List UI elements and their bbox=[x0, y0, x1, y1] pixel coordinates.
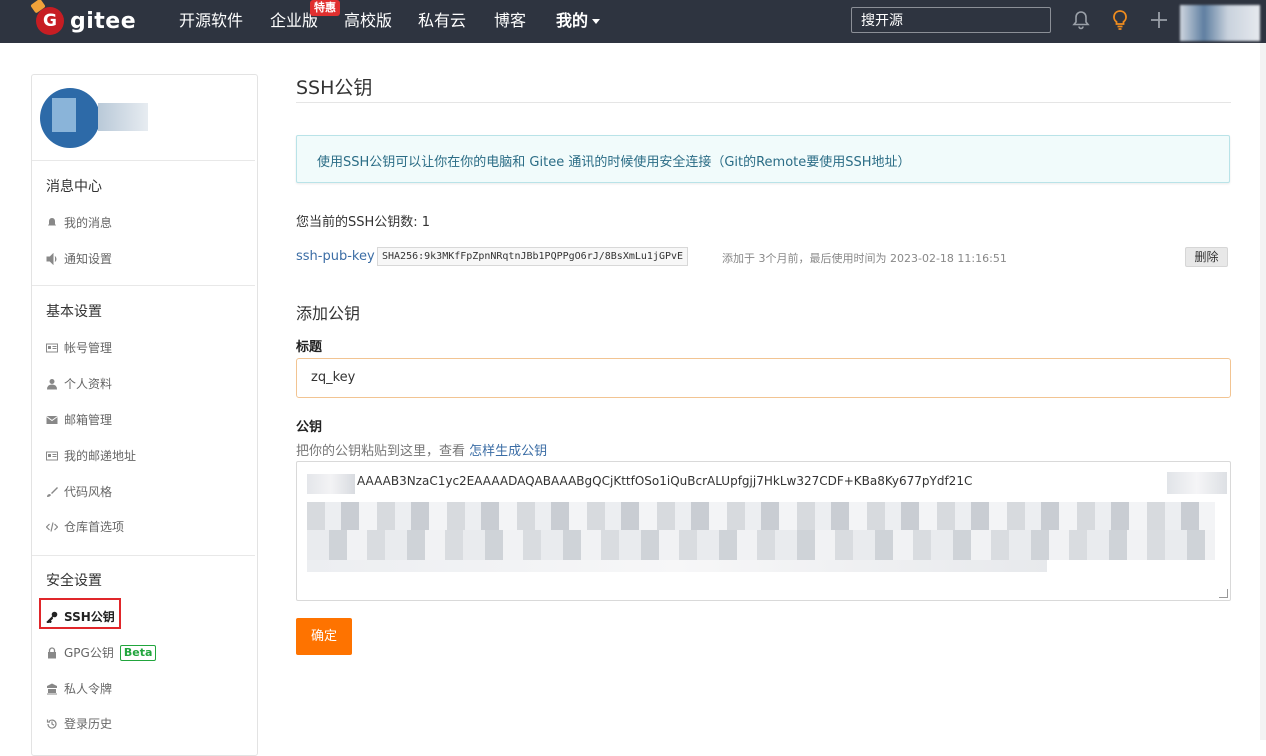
speaker-icon bbox=[46, 252, 57, 265]
sidebar-item-postal-address[interactable]: 我的邮递地址 bbox=[46, 447, 136, 464]
divider bbox=[32, 555, 255, 556]
sidebar-item-code-style[interactable]: 代码风格 bbox=[46, 483, 112, 500]
redacted-block bbox=[307, 474, 355, 494]
nav-private-cloud[interactable]: 私有云 bbox=[418, 10, 466, 32]
page-title: SSH公钥 bbox=[296, 77, 373, 99]
resize-handle[interactable] bbox=[1219, 589, 1228, 598]
user-icon bbox=[47, 378, 57, 389]
sidebar-item-profile[interactable]: 个人资料 bbox=[46, 375, 112, 392]
nav-blog[interactable]: 博客 bbox=[494, 10, 526, 32]
sidebar-item-login-history[interactable]: 登录历史 bbox=[46, 715, 112, 732]
user-avatar[interactable] bbox=[1180, 5, 1260, 41]
info-text: 使用SSH公钥可以让你在你的电脑和 Gitee 通讯的时候使用安全连接（Git的… bbox=[317, 155, 911, 170]
key-hint: 把你的公钥粘贴到这里，查看 怎样生成公钥 bbox=[296, 440, 547, 459]
nav-mine-label: 我的 bbox=[556, 11, 589, 30]
redacted-block bbox=[1167, 472, 1227, 494]
submit-button[interactable]: 确定 bbox=[296, 618, 352, 655]
title-label: 标题 bbox=[296, 340, 323, 355]
bell-icon[interactable] bbox=[1070, 9, 1092, 31]
token-icon bbox=[47, 683, 57, 694]
hot-badge: 特惠 bbox=[310, 0, 340, 16]
public-key-text: AAAAB3NzaC1yc2EAAAADAQABAAABgQCjKttfOSo1… bbox=[357, 474, 973, 488]
sidebar-item-label: 代码风格 bbox=[64, 485, 113, 499]
nav-open-source[interactable]: 开源软件 bbox=[179, 10, 243, 32]
sidebar-item-label: 邮箱管理 bbox=[64, 413, 113, 427]
sidebar-item-label: 我的邮递地址 bbox=[64, 449, 137, 463]
sidebar-item-email[interactable]: 邮箱管理 bbox=[46, 411, 112, 428]
sidebar-item-label: GPG公钥 bbox=[64, 646, 114, 660]
beta-badge: Beta bbox=[119, 644, 157, 661]
lightbulb-icon[interactable] bbox=[1109, 9, 1131, 31]
delete-key-button[interactable]: 删除 bbox=[1185, 247, 1228, 267]
sidebar-item-notification-settings[interactable]: 通知设置 bbox=[46, 250, 112, 267]
sidebar-item-gpg-keys[interactable]: GPG公钥 Beta bbox=[46, 644, 157, 661]
divider bbox=[32, 160, 255, 161]
ssh-key-count: 您当前的SSH公钥数: 1 bbox=[296, 215, 431, 230]
divider bbox=[32, 285, 255, 286]
info-banner: 使用SSH公钥可以让你在你的电脑和 Gitee 通讯的时候使用安全连接（Git的… bbox=[296, 135, 1230, 183]
id-card-icon bbox=[46, 343, 58, 352]
key-label: 公钥 bbox=[296, 420, 323, 435]
plus-icon[interactable] bbox=[1148, 9, 1170, 31]
nav-university[interactable]: 高校版 bbox=[344, 10, 392, 32]
gitee-logo-icon: G bbox=[36, 7, 64, 35]
bell-icon bbox=[48, 217, 56, 227]
section-message-center: 消息中心 bbox=[46, 179, 102, 195]
avatar[interactable] bbox=[40, 88, 100, 148]
address-card-icon bbox=[46, 451, 58, 460]
chevron-down-icon bbox=[592, 19, 601, 24]
code-icon bbox=[46, 521, 58, 532]
top-navbar: G gitee 开源软件 企业版 特惠 高校版 私有云 博客 我的 搜开源 bbox=[0, 0, 1266, 43]
key-title-input[interactable]: zq_key bbox=[296, 358, 1231, 398]
username-blurred bbox=[98, 103, 148, 131]
redacted-block bbox=[307, 530, 1215, 560]
lock-icon bbox=[48, 646, 56, 658]
sidebar-item-my-messages[interactable]: 我的消息 bbox=[46, 214, 112, 231]
sidebar-item-label: 登录历史 bbox=[64, 717, 113, 731]
sidebar-item-label: 私人令牌 bbox=[64, 682, 113, 696]
nav-mine[interactable]: 我的 bbox=[556, 10, 601, 32]
redacted-block bbox=[307, 502, 1215, 530]
scrollbar-track[interactable] bbox=[1260, 43, 1266, 740]
sidebar-item-account[interactable]: 帐号管理 bbox=[46, 339, 112, 356]
sidebar-item-repo-preferences[interactable]: 仓库首选项 bbox=[46, 518, 124, 535]
sidebar-item-label: 帐号管理 bbox=[64, 341, 113, 355]
search-input[interactable]: 搜开源 bbox=[851, 7, 1051, 33]
section-security-settings: 安全设置 bbox=[46, 573, 102, 589]
sidebar-item-private-tokens[interactable]: 私人令牌 bbox=[46, 680, 112, 697]
sidebar-item-label: 通知设置 bbox=[64, 252, 113, 266]
sidebar-item-label: 个人资料 bbox=[64, 377, 113, 391]
ssh-key-name-link[interactable]: ssh-pub-key bbox=[296, 249, 375, 264]
paintbrush-icon bbox=[47, 486, 58, 497]
history-icon bbox=[46, 718, 57, 729]
key-hint-text: 把你的公钥粘贴到这里，查看 bbox=[296, 444, 466, 459]
divider bbox=[296, 102, 1231, 103]
logo-text: gitee bbox=[70, 8, 137, 34]
sidebar-item-label: 仓库首选项 bbox=[64, 520, 125, 534]
add-key-heading: 添加公钥 bbox=[296, 304, 361, 323]
ssh-key-meta: 添加于 3个月前，最后使用时间为 2023-02-18 11:16:51 bbox=[722, 252, 1007, 265]
redacted-block bbox=[307, 560, 1047, 572]
envelope-icon bbox=[46, 415, 58, 424]
gitee-logo[interactable]: G gitee bbox=[36, 4, 136, 38]
section-basic-settings: 基本设置 bbox=[46, 304, 102, 320]
ssh-key-fingerprint: SHA256:9k3MKfFpZpnNRqtnJBb1PQPPgO6rJ/8Bs… bbox=[377, 247, 689, 266]
public-key-textarea[interactable]: AAAAB3NzaC1yc2EAAAADAQABAAABgQCjKttfOSo1… bbox=[296, 461, 1231, 601]
active-item-highlight bbox=[39, 598, 121, 629]
sidebar-item-label: 我的消息 bbox=[64, 216, 113, 230]
how-to-generate-link[interactable]: 怎样生成公钥 bbox=[469, 444, 547, 459]
